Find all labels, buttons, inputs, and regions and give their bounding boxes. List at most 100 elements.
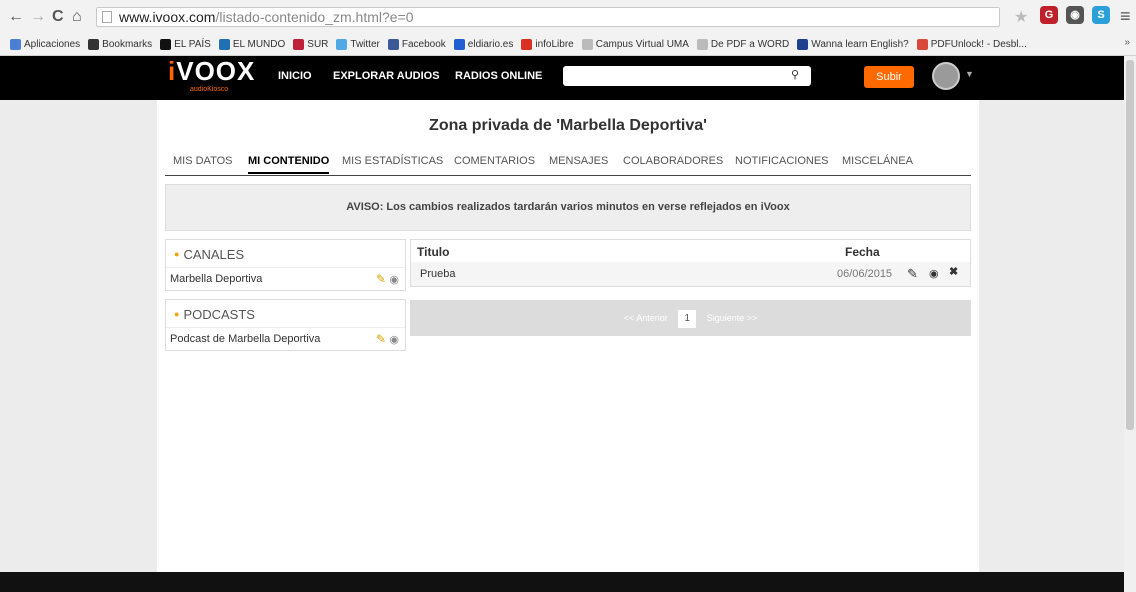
extension-icon[interactable]: ◉ <box>1066 6 1084 24</box>
column-header-date: Fecha <box>845 245 880 259</box>
forward-icon[interactable]: → <box>30 8 46 26</box>
channels-box: ● CANALES Marbella Deportiva ✎ ◉ <box>165 239 406 291</box>
bookmark-label: De PDF a WORD <box>710 39 790 50</box>
delete-icon[interactable]: ✖ <box>949 265 958 278</box>
bookmark-item[interactable]: Twitter <box>336 39 380 50</box>
list-item[interactable]: Marbella Deportiva ✎ ◉ <box>166 268 405 290</box>
logo-i: i <box>168 56 177 86</box>
bullet-icon: ● <box>174 309 180 319</box>
scrollbar[interactable] <box>1124 56 1136 592</box>
channels-heading: ● CANALES <box>166 240 405 268</box>
bookmark-item[interactable]: Facebook <box>387 39 446 50</box>
chevron-down-icon[interactable]: ▼ <box>965 69 974 79</box>
pagination: << Anterior 1 Siguiente >> <box>410 300 971 336</box>
podcasts-heading: ● PODCASTS <box>166 300 405 328</box>
bookmark-item[interactable]: eldiario.es <box>453 39 514 50</box>
view-icon[interactable]: ◉ <box>389 334 399 346</box>
scroll-thumb[interactable] <box>1126 60 1134 430</box>
bookmark-label: Aplicaciones <box>24 39 81 50</box>
bookmark-label: EL PAÍS <box>174 39 211 50</box>
skype-icon[interactable]: S <box>1092 6 1110 24</box>
edit-icon[interactable]: ✎ <box>376 332 386 346</box>
table-row[interactable]: Prueba 06/06/2015 ✎ ◉ ✖ <box>411 262 970 286</box>
bookmark-label: Bookmarks <box>102 39 153 50</box>
address-bar[interactable]: www.ivoox.com/listado-contenido_zm.html?… <box>96 7 1000 27</box>
tab-colaboradores[interactable]: COLABORADORES <box>623 155 723 167</box>
pager-page[interactable]: 1 <box>678 310 697 328</box>
edit-icon[interactable]: ✎ <box>376 272 386 286</box>
bookmark-star-icon[interactable]: ★ <box>1014 7 1028 27</box>
site-footer <box>0 572 1136 592</box>
bookmark-label: eldiario.es <box>467 39 514 50</box>
bookmark-item[interactable]: infoLibre <box>521 39 574 50</box>
tab-mis-datos[interactable]: MIS DATOS <box>173 155 233 167</box>
tab-mi-contenido[interactable]: MI CONTENIDO <box>248 155 330 174</box>
pager-next[interactable]: Siguiente >> <box>707 313 758 323</box>
browser-toolbar: ← → C ⌂ www.ivoox.com/listado-contenido_… <box>0 0 1136 34</box>
view-icon[interactable]: ◉ <box>389 274 399 286</box>
bookmark-label: Twitter <box>350 39 380 50</box>
column-header-title: Titulo <box>417 245 450 259</box>
eldiario-icon <box>453 39 465 50</box>
home-icon[interactable]: ⌂ <box>72 8 82 26</box>
tab-miscelanea[interactable]: MISCELÁNEA <box>842 155 913 167</box>
bookmark-item[interactable]: EL PAÍS <box>160 39 211 50</box>
back-icon[interactable]: ← <box>8 8 24 26</box>
notice-banner: AVISO: Los cambios realizados tardarán v… <box>165 184 971 231</box>
bookmark-label: Facebook <box>401 39 446 50</box>
bookmark-label: EL MUNDO <box>232 39 286 50</box>
bookmark-item[interactable]: SUR <box>293 39 328 50</box>
facebook-icon <box>387 39 399 50</box>
extension-icon[interactable]: G <box>1040 6 1058 24</box>
tab-mis-estadisticas[interactable]: MIS ESTADÍSTICAS <box>342 155 443 167</box>
page-icon <box>696 39 708 50</box>
tab-comentarios[interactable]: COMENTARIOS <box>454 155 535 167</box>
bookmark-label: infoLibre <box>535 39 574 50</box>
view-icon[interactable]: ◉ <box>929 267 939 280</box>
bullet-icon: ● <box>174 249 180 259</box>
channel-name[interactable]: Marbella Deportiva <box>170 273 262 285</box>
uk-flag-icon <box>797 39 809 50</box>
url-domain: www.ivoox.com <box>119 9 216 25</box>
bookmark-item[interactable]: Aplicaciones <box>10 39 80 50</box>
upload-button[interactable]: Subir <box>864 66 914 88</box>
podcast-name[interactable]: Podcast de Marbella Deportiva <box>170 333 320 345</box>
list-item[interactable]: Podcast de Marbella Deportiva ✎ ◉ <box>166 328 405 350</box>
elmundo-icon <box>218 39 230 50</box>
reload-icon[interactable]: C <box>52 8 64 26</box>
tabs: MIS DATOS MI CONTENIDO MIS ESTADÍSTICAS … <box>165 152 971 176</box>
nav-inicio[interactable]: INICIO <box>278 70 312 82</box>
episode-title[interactable]: Prueba <box>420 268 455 280</box>
podcasts-box: ● PODCASTS Podcast de Marbella Deportiva … <box>165 299 406 351</box>
logo-text: VOOX <box>176 56 256 86</box>
tab-mensajes[interactable]: MENSAJES <box>549 155 608 167</box>
sur-icon <box>293 39 305 50</box>
page-icon <box>581 39 593 50</box>
infolibre-icon <box>521 39 533 50</box>
bookmarks-more-icon[interactable]: » <box>1124 37 1130 48</box>
ivoox-logo[interactable]: iVOOX audioKiosco <box>168 56 254 96</box>
menu-icon[interactable]: ≡ <box>1120 6 1131 27</box>
edit-icon[interactable]: ✎ <box>907 266 918 282</box>
bookmark-item[interactable]: Campus Virtual UMA <box>581 39 689 50</box>
search-icon[interactable]: ⚲ <box>791 68 799 81</box>
bookmark-item[interactable]: De PDF a WORD <box>696 39 790 50</box>
tab-notificaciones[interactable]: NOTIFICACIONES <box>735 155 829 167</box>
star-icon <box>88 39 100 50</box>
nav-explorar-audios[interactable]: EXPLORAR AUDIOS <box>333 70 440 82</box>
bookmark-item[interactable]: Bookmarks <box>88 39 152 50</box>
episodes-table: Titulo Fecha Prueba 06/06/2015 ✎ ◉ ✖ <box>410 239 971 287</box>
bookmark-item[interactable]: Wanna learn English? <box>797 39 909 50</box>
search-input[interactable]: ⚲ <box>563 66 811 86</box>
twitter-icon <box>336 39 348 50</box>
bookmark-label: SUR <box>307 39 329 50</box>
page-icon <box>102 11 112 23</box>
pager-prev[interactable]: << Anterior <box>624 313 668 323</box>
avatar[interactable] <box>932 62 960 90</box>
apps-icon <box>10 39 21 50</box>
page-title: Zona privada de 'Marbella Deportiva' <box>429 117 707 134</box>
bookmark-item[interactable]: EL MUNDO <box>218 39 286 50</box>
bookmarks-bar: Aplicaciones Bookmarks EL PAÍS EL MUNDO SUR T… <box>0 34 1136 56</box>
bookmark-item[interactable]: PDFUnlock! - Desbl... <box>916 39 1027 50</box>
nav-radios-online[interactable]: RADIOS ONLINE <box>455 70 542 82</box>
